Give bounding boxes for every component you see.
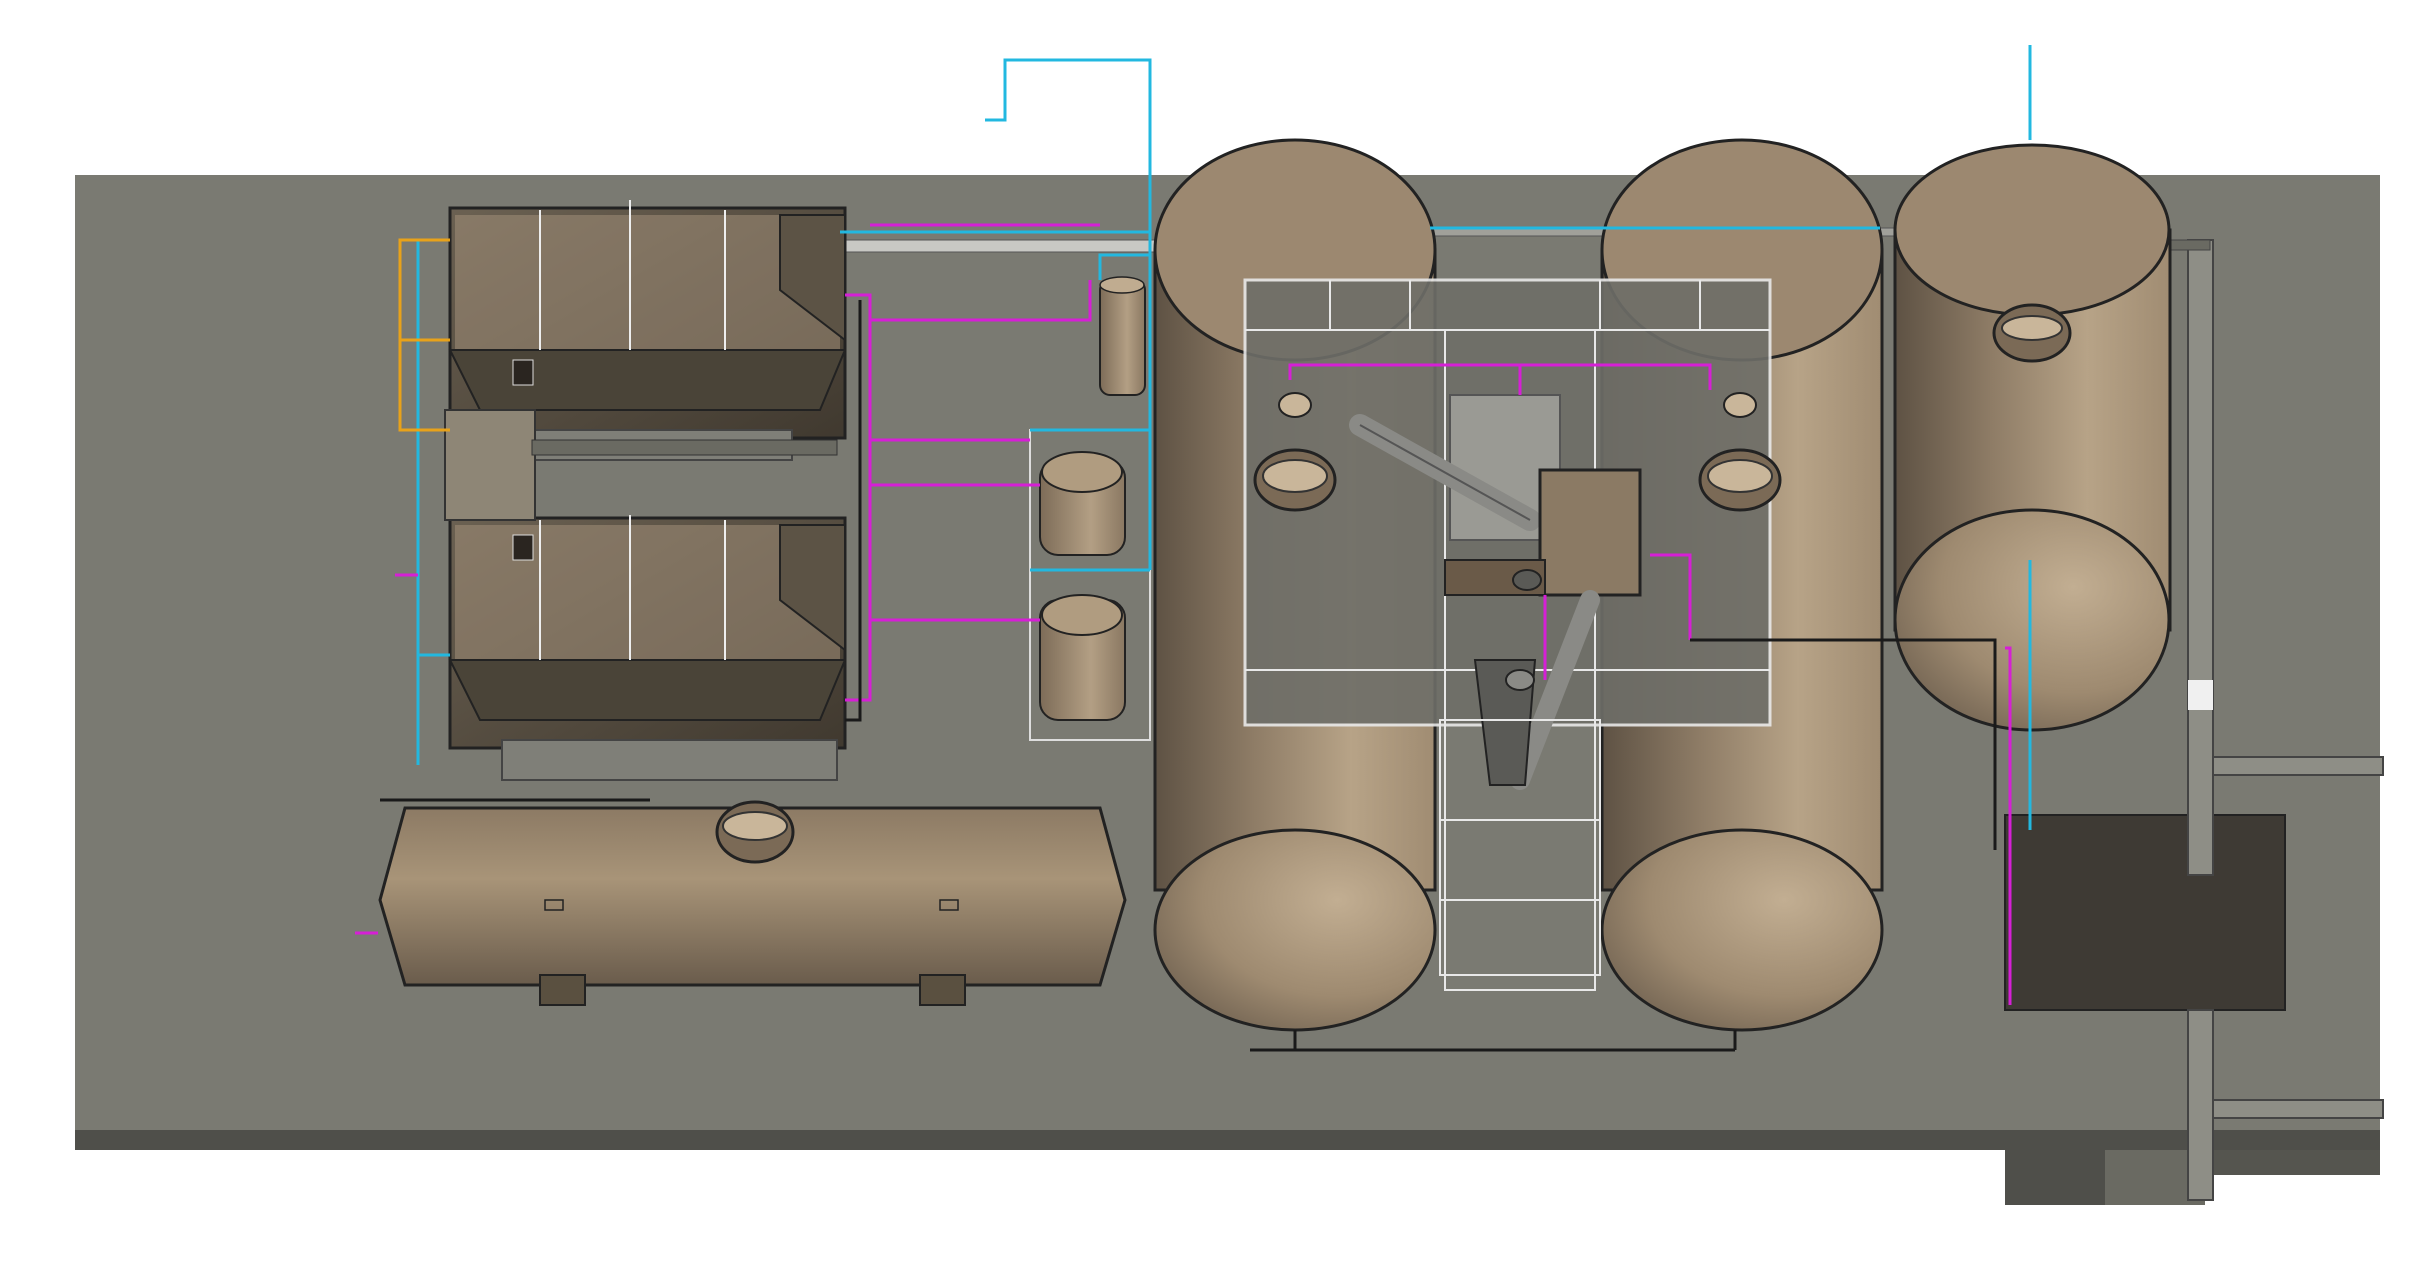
basin-lower (448, 515, 847, 781)
plant-layout-svg (75, 45, 2384, 1205)
dosing-tank-1 (1099, 276, 1146, 396)
vertical-tank-3 (1893, 143, 2172, 732)
horizontal-storage-tank (378, 800, 1127, 1006)
plant-layout-diagram (0, 0, 2430, 1275)
